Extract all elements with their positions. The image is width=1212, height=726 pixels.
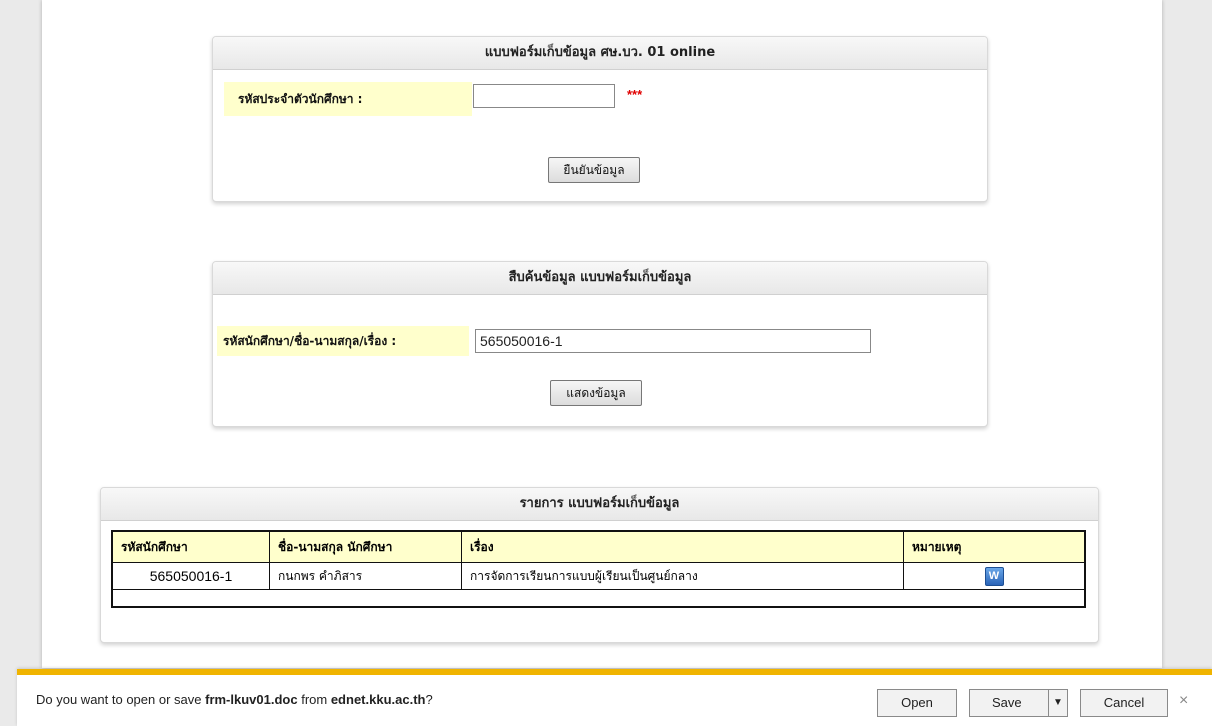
save-options-dropdown[interactable]: ▼ bbox=[1048, 689, 1068, 717]
cancel-button[interactable]: Cancel bbox=[1080, 689, 1168, 717]
required-mark: *** bbox=[627, 87, 643, 102]
results-table: รหัสนักศึกษา ชื่อ-นามสกุล นักศึกษา เรื่อ… bbox=[111, 530, 1086, 608]
download-notification-bar: Do you want to open or save frm-lkuv01.d… bbox=[17, 669, 1212, 726]
download-message-middle: from bbox=[297, 692, 331, 707]
row-topic: การจัดการเรียนการแบบผู้เรียนเป็นศูนย์กลา… bbox=[461, 562, 904, 590]
download-host: ednet.kku.ac.th bbox=[330, 692, 426, 707]
column-header-student-id: รหัสนักศึกษา bbox=[111, 530, 270, 563]
results-panel-title: รายการ แบบฟอร์มเก็บข้อมูล bbox=[101, 488, 1098, 521]
download-message-suffix: ? bbox=[425, 692, 433, 707]
empty-cell bbox=[111, 589, 1086, 608]
column-header-topic: เรื่อง bbox=[461, 530, 904, 563]
table-row: 565050016-1 กนกพร คำภิสาร การจัดการเรียน… bbox=[111, 562, 1086, 590]
download-filename: frm-lkuv01.doc bbox=[205, 692, 298, 707]
row-student-id: 565050016-1 bbox=[111, 562, 270, 590]
row-name: กนกพร คำภิสาร bbox=[269, 562, 462, 590]
column-header-note: หมายเหตุ bbox=[903, 530, 1086, 563]
table-row-empty bbox=[111, 589, 1086, 608]
row-note: W bbox=[903, 562, 1086, 590]
student-id-input[interactable] bbox=[473, 84, 615, 108]
close-icon[interactable]: × bbox=[1179, 692, 1188, 710]
page-content: แบบฟอร์มเก็บข้อมูล ศษ.บว. 01 online รหัส… bbox=[42, 0, 1162, 668]
search-query-label: รหัสนักศึกษา/ชื่อ-นามสกุล/เรื่อง : bbox=[217, 326, 469, 356]
open-button[interactable]: Open bbox=[877, 689, 957, 717]
save-button[interactable]: Save bbox=[969, 689, 1049, 717]
save-button-label: Save bbox=[992, 695, 1022, 710]
show-data-button[interactable]: แสดงข้อมูล bbox=[550, 380, 642, 406]
confirm-button[interactable]: ยืนยันข้อมูล bbox=[548, 157, 640, 183]
student-id-label: รหัสประจำตัวนักศึกษา : bbox=[224, 82, 472, 116]
chevron-down-icon: ▼ bbox=[1053, 697, 1063, 708]
entry-form-title: แบบฟอร์มเก็บข้อมูล ศษ.บว. 01 online bbox=[213, 37, 987, 70]
column-header-name: ชื่อ-นามสกุล นักศึกษา bbox=[269, 530, 462, 563]
table-header-row: รหัสนักศึกษา ชื่อ-นามสกุล นักศึกษา เรื่อ… bbox=[111, 530, 1086, 563]
download-message: Do you want to open or save frm-lkuv01.d… bbox=[36, 692, 433, 707]
download-message-prefix: Do you want to open or save bbox=[36, 692, 206, 707]
word-document-icon[interactable]: W bbox=[984, 566, 1004, 586]
results-panel: รายการ แบบฟอร์มเก็บข้อมูล รหัสนักศึกษา ช… bbox=[100, 487, 1099, 643]
search-panel-title: สืบค้นข้อมูล แบบฟอร์มเก็บข้อมูล bbox=[213, 262, 987, 295]
search-panel: สืบค้นข้อมูล แบบฟอร์มเก็บข้อมูล รหัสนักศ… bbox=[212, 261, 988, 427]
entry-form-panel: แบบฟอร์มเก็บข้อมูล ศษ.บว. 01 online รหัส… bbox=[212, 36, 988, 202]
search-query-input[interactable] bbox=[475, 329, 871, 353]
